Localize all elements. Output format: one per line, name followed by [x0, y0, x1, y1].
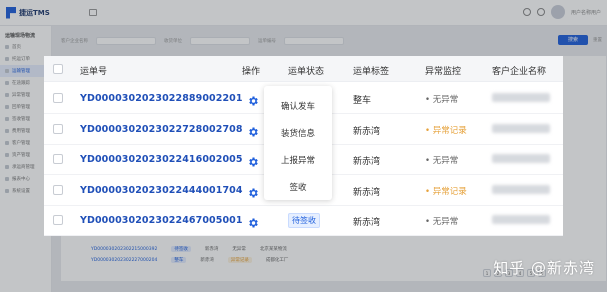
row-checkbox[interactable]	[53, 154, 63, 164]
exception-status[interactable]: 异常记录	[433, 187, 467, 197]
header-client: 客户企业名称	[492, 67, 547, 77]
exception-cell: • 异常记录	[425, 124, 467, 136]
select-all-checkbox[interactable]	[53, 64, 63, 74]
header-status: 运单状态	[288, 67, 325, 77]
action-menu-item[interactable]: 签收	[264, 181, 332, 193]
gear-icon[interactable]	[247, 184, 259, 197]
waybill-number-link[interactable]: YD000030202302244400170​4	[80, 185, 243, 196]
status-dot-icon: •	[425, 217, 433, 227]
gear-icon[interactable]	[247, 153, 259, 167]
status-dot-icon: •	[425, 186, 433, 197]
action-menu-item[interactable]: 装货信息	[264, 127, 332, 139]
waybill-number-link[interactable]: YD000030202302241600200​5	[80, 154, 243, 165]
client-name-redacted	[492, 154, 550, 163]
app-window: 捷运TMS 用户名称用户 运输现场物流 首页 托运订单 运输管理 在途跟踪 异常管理 回单…	[0, 0, 607, 292]
gear-icon[interactable]	[247, 92, 259, 106]
waybill-tag: 新赤湾	[353, 218, 381, 228]
client-name-redacted	[492, 93, 550, 102]
gear-icon[interactable]	[247, 214, 259, 228]
client-name-redacted	[492, 123, 550, 133]
gear-icon[interactable]	[247, 123, 259, 136]
exception-cell: • 无异常	[425, 215, 458, 227]
status-dot-icon: •	[425, 156, 433, 166]
row-checkbox[interactable]	[53, 93, 63, 103]
row-checkbox[interactable]	[53, 123, 63, 134]
waybill-number-link[interactable]: YD000030202302288900220​1	[80, 93, 243, 104]
client-name-redacted	[492, 184, 550, 194]
status-dot-icon: •	[425, 95, 433, 105]
action-menu: 确认发车装货信息上报异常签收	[264, 86, 332, 200]
exception-status: 无异常	[432, 217, 459, 227]
status-badge: 待签收	[288, 213, 320, 228]
row-checkbox[interactable]	[53, 215, 63, 225]
client-name-redacted	[492, 215, 550, 224]
exception-cell: • 异常记录	[425, 185, 467, 197]
exception-status[interactable]: 异常记录	[433, 126, 467, 136]
table-row[interactable]: YD000030202302246700500​1 待签收 新赤湾 • 无异常	[44, 205, 563, 236]
header-action: 操作	[242, 67, 261, 77]
exception-status: 无异常	[432, 95, 459, 105]
status-dot-icon: •	[425, 125, 433, 136]
waybill-tag: 新赤湾	[353, 187, 381, 198]
header-tag: 运单标签	[353, 67, 390, 77]
table-header: 运单号 操作 运单状态 运单标签 异常监控 客户企业名称	[44, 56, 563, 82]
watermark-text: 知乎 @新赤湾	[493, 259, 595, 277]
exception-status: 无异常	[432, 156, 459, 166]
action-menu-item[interactable]: 上报异常	[264, 154, 332, 166]
action-menu-item[interactable]: 确认发车	[264, 100, 332, 112]
waybill-tag: 整车	[353, 96, 372, 106]
waybill-number-link[interactable]: YD000030202302272800270​8	[80, 124, 243, 135]
waybill-tag: 新赤湾	[353, 126, 381, 137]
header-waybill: 运单号	[80, 67, 108, 77]
waybill-number-link[interactable]: YD000030202302246700500​1	[80, 215, 243, 226]
exception-cell: • 无异常	[425, 154, 458, 166]
header-exception: 异常监控	[425, 67, 462, 77]
exception-cell: • 无异常	[425, 93, 458, 105]
waybill-tag: 新赤湾	[353, 157, 381, 167]
row-checkbox[interactable]	[53, 184, 63, 195]
